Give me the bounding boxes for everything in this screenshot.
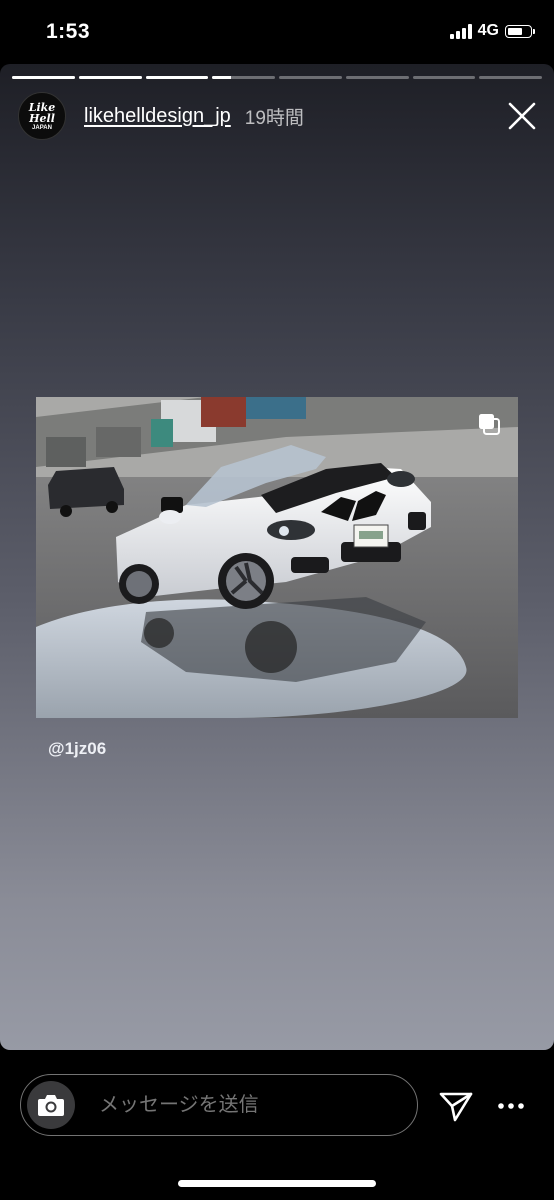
cellular-signal-icon [449, 23, 472, 39]
story-progress-fill [12, 76, 75, 79]
story-progress-segment [145, 76, 209, 79]
avatar-logo-text: Like Hell [28, 101, 56, 125]
status-indicators: 4G [449, 22, 535, 40]
close-icon[interactable] [506, 100, 538, 132]
battery-icon [505, 24, 535, 38]
car-photo-image [36, 397, 518, 718]
post-time: 19時間 [244, 107, 304, 129]
status-bar: 1:53 4G [0, 0, 554, 64]
story-progress-segment [479, 76, 542, 79]
story-header: Like Hell JAPAN likehelldesign_jp 19時間 [18, 92, 540, 140]
more-dots-icon[interactable] [496, 1096, 526, 1116]
mention-tag[interactable]: @1jz06 [48, 739, 106, 759]
story-progress-fill [145, 76, 209, 79]
story-progress-segment [345, 76, 409, 79]
story-progress-fill [212, 76, 232, 79]
network-type: 4G [477, 22, 499, 39]
camera-icon [38, 1095, 64, 1116]
message-input[interactable] [97, 1092, 381, 1118]
camera-button[interactable] [27, 1081, 75, 1129]
stacked-squares-icon [478, 413, 500, 435]
story-progress-segment [279, 76, 342, 79]
status-time: 1:53 [46, 20, 91, 43]
reply-bar [0, 1050, 554, 1200]
story-progress-segment [12, 76, 75, 79]
avatar-logo-subtext: JAPAN [32, 125, 52, 131]
home-indicator [178, 1180, 376, 1187]
account-avatar[interactable]: Like Hell JAPAN [18, 92, 66, 140]
message-input-container[interactable] [20, 1074, 418, 1136]
shared-post-photo[interactable] [36, 397, 518, 718]
account-username[interactable]: likehelldesign_jp [84, 105, 231, 128]
story-progress-segment [78, 76, 142, 79]
story-progress-fill [78, 76, 142, 79]
paper-plane-icon[interactable] [438, 1088, 474, 1124]
battery-level-fill [508, 27, 523, 35]
story-viewer[interactable]: Like Hell JAPAN likehelldesign_jp 19時間 @… [0, 64, 554, 1050]
story-progress-segment [212, 76, 275, 79]
story-progress-segment [412, 76, 476, 79]
story-progress-bars [12, 76, 542, 79]
